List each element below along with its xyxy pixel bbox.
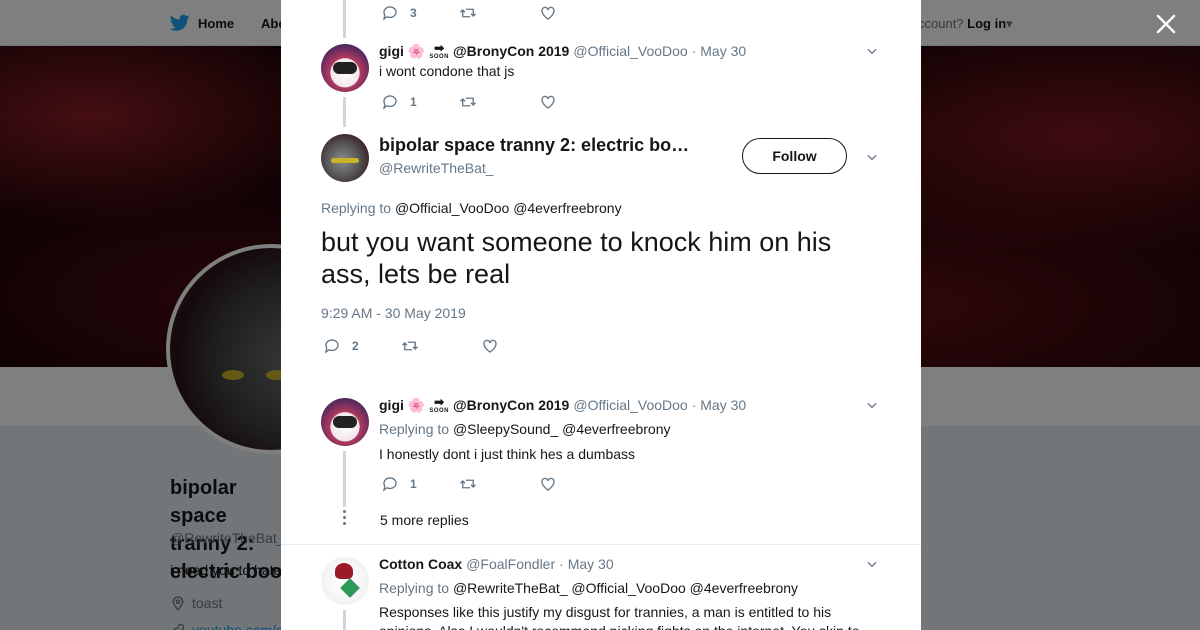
chevron-down-icon[interactable] xyxy=(865,557,879,571)
like-button[interactable] xyxy=(539,475,557,493)
reply-button[interactable]: 3 xyxy=(381,4,459,22)
soon-label: SOON xyxy=(429,408,449,414)
reply-icon xyxy=(382,95,397,110)
tweet-text: I honestly dont i just think hes a dumba… xyxy=(379,446,636,462)
tweet-date[interactable]: · May 30 xyxy=(692,43,746,59)
avatar[interactable] xyxy=(321,398,369,446)
mention-link[interactable]: @RewriteTheBat_ xyxy=(453,580,568,596)
tweet-modal: 3 gigi 🌸 ➡ SOON @BronyCon 2019 @Official_… xyxy=(281,0,921,630)
soon-arrow-emoji: ➡ SOON xyxy=(429,396,449,414)
show-more-replies-link[interactable]: 5 more replies xyxy=(380,512,469,528)
retweet-button[interactable] xyxy=(459,4,539,22)
tweet-date[interactable]: · May 30 xyxy=(692,397,746,413)
tweet-text: Responses like this justify my disgust f… xyxy=(379,604,860,630)
retweet-icon xyxy=(460,8,476,18)
reply-count: 1 xyxy=(410,477,417,491)
soon-label: SOON xyxy=(429,54,449,60)
author-name-suffix[interactable]: @BronyCon 2019 xyxy=(453,43,569,59)
follow-button[interactable]: Follow xyxy=(742,138,847,174)
reply-icon xyxy=(382,477,397,492)
flower-emoji: 🌸 xyxy=(407,396,426,413)
reply-count: 2 xyxy=(352,339,359,353)
chevron-down-icon[interactable] xyxy=(865,44,879,58)
tweet-header: gigi 🌸 ➡ SOON @BronyCon 2019 @Official_Vo… xyxy=(379,42,746,60)
heart-icon xyxy=(541,6,555,20)
avatar[interactable] xyxy=(321,44,369,92)
reply-button[interactable]: 1 xyxy=(381,475,459,493)
more-dots-icon xyxy=(342,510,347,532)
mention-link[interactable]: @4everfreebrony xyxy=(690,580,798,596)
soon-arrow-icon: ➡ xyxy=(434,41,445,55)
reply-icon xyxy=(382,6,397,21)
soon-arrow-emoji: ➡ SOON xyxy=(429,42,449,60)
replying-to: Replying to @Official_VooDoo @4everfreeb… xyxy=(321,200,622,216)
reply-button[interactable]: 1 xyxy=(381,93,459,111)
main-author-name[interactable]: bipolar space tranny 2: electric bo… xyxy=(379,135,689,156)
retweet-icon xyxy=(460,97,476,107)
main-author-handle[interactable]: @RewriteTheBat_ xyxy=(379,160,494,176)
heart-icon xyxy=(483,339,497,353)
author-name[interactable]: Cotton Coax xyxy=(379,556,462,572)
mention-link[interactable]: @Official_VooDoo xyxy=(395,200,509,216)
author-name-suffix[interactable]: @BronyCon 2019 xyxy=(453,397,569,413)
reply-count: 1 xyxy=(410,95,417,109)
reply-button[interactable]: 2 xyxy=(323,337,401,355)
author-handle[interactable]: @Official_VooDoo xyxy=(573,43,687,59)
replying-to: Replying to @SleepySound_ @4everfreebron… xyxy=(379,421,671,437)
tweet-actions: 3 xyxy=(381,3,557,23)
mention-link[interactable]: @4everfreebrony xyxy=(513,200,621,216)
soon-arrow-icon: ➡ xyxy=(434,395,445,409)
close-icon[interactable] xyxy=(1154,12,1178,36)
reply-count: 3 xyxy=(410,6,417,20)
tweet-text: i wont condone that js xyxy=(379,63,515,79)
author-name[interactable]: gigi xyxy=(379,397,404,413)
avatar[interactable] xyxy=(321,134,369,182)
author-handle[interactable]: @FoalFondler xyxy=(466,556,555,572)
like-button[interactable] xyxy=(539,93,557,111)
replying-to-label: Replying to xyxy=(379,580,450,596)
heart-icon xyxy=(541,477,555,491)
mention-link[interactable]: @Official_VooDoo xyxy=(571,580,685,596)
tweet-timestamp[interactable]: 9:29 AM - 30 May 2019 xyxy=(321,305,466,321)
chevron-down-icon[interactable] xyxy=(865,398,879,412)
retweet-icon xyxy=(402,341,418,351)
author-handle[interactable]: @Official_VooDoo xyxy=(573,397,687,413)
reply-icon xyxy=(324,339,339,354)
thread-connector xyxy=(343,610,346,630)
retweet-icon xyxy=(460,479,476,489)
tweet-header: gigi 🌸 ➡ SOON @BronyCon 2019 @Official_Vo… xyxy=(379,396,746,414)
tweet-actions: 1 xyxy=(381,92,557,112)
heart-icon xyxy=(541,95,555,109)
retweet-button[interactable] xyxy=(459,93,539,111)
retweet-button[interactable] xyxy=(401,337,481,355)
divider xyxy=(281,544,921,545)
avatar[interactable] xyxy=(321,557,369,605)
thread-connector xyxy=(343,451,346,507)
mention-link[interactable]: @4everfreebrony xyxy=(562,421,670,437)
tweet-actions: 1 xyxy=(381,474,557,494)
like-button[interactable] xyxy=(539,4,557,22)
main-tweet-text: but you want someone to knock him on his… xyxy=(321,227,832,289)
chevron-down-icon[interactable] xyxy=(865,150,879,164)
flower-emoji: 🌸 xyxy=(407,42,426,59)
tweet-header: Cotton Coax @FoalFondler · May 30 xyxy=(379,556,614,572)
author-name[interactable]: gigi xyxy=(379,43,404,59)
thread-connector xyxy=(343,97,346,127)
tweet-date[interactable]: · May 30 xyxy=(559,556,613,572)
main-tweet-actions: 2 xyxy=(323,336,499,356)
retweet-button[interactable] xyxy=(459,475,539,493)
replying-to-label: Replying to xyxy=(379,421,450,437)
replying-to-label: Replying to xyxy=(321,200,392,216)
thread-connector xyxy=(343,0,346,38)
replying-to: Replying to @RewriteTheBat_ @Official_Vo… xyxy=(379,580,798,596)
mention-link[interactable]: @SleepySound_ xyxy=(453,421,558,437)
like-button[interactable] xyxy=(481,337,499,355)
